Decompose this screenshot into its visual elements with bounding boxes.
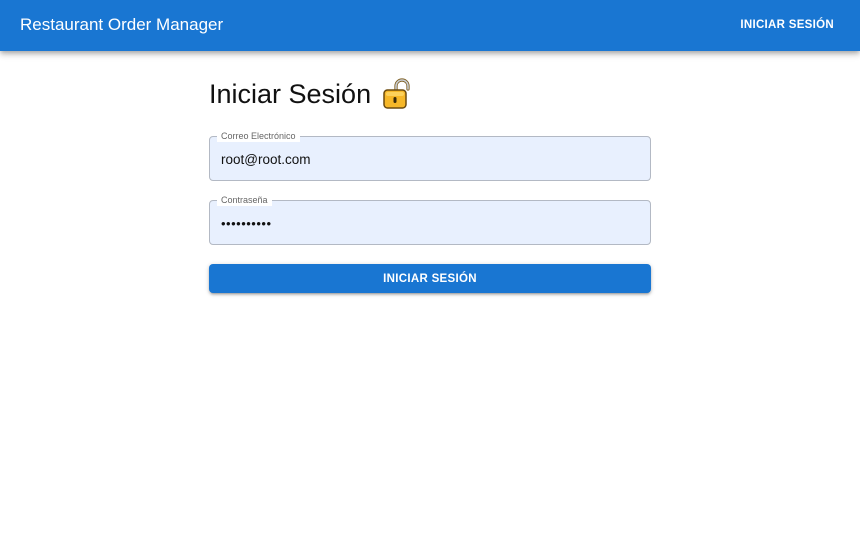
app-title: Restaurant Order Manager (20, 15, 224, 34)
login-heading: Iniciar Sesión (209, 77, 414, 111)
lock-icon (380, 77, 414, 111)
login-submit-button[interactable]: INICIAR SESIÓN (209, 264, 651, 293)
email-label: Correo Electrónico (217, 130, 300, 142)
email-input[interactable] (221, 149, 641, 169)
nav-login-button[interactable]: INICIAR SESIÓN (730, 13, 844, 37)
app-bar: Restaurant Order Manager INICIAR SESIÓN (0, 0, 860, 51)
page-title: Iniciar Sesión (209, 79, 372, 109)
email-field[interactable]: Correo Electrónico (209, 130, 651, 181)
password-input[interactable] (221, 213, 641, 233)
password-field[interactable]: Contraseña (209, 194, 651, 245)
password-label: Contraseña (217, 194, 272, 206)
